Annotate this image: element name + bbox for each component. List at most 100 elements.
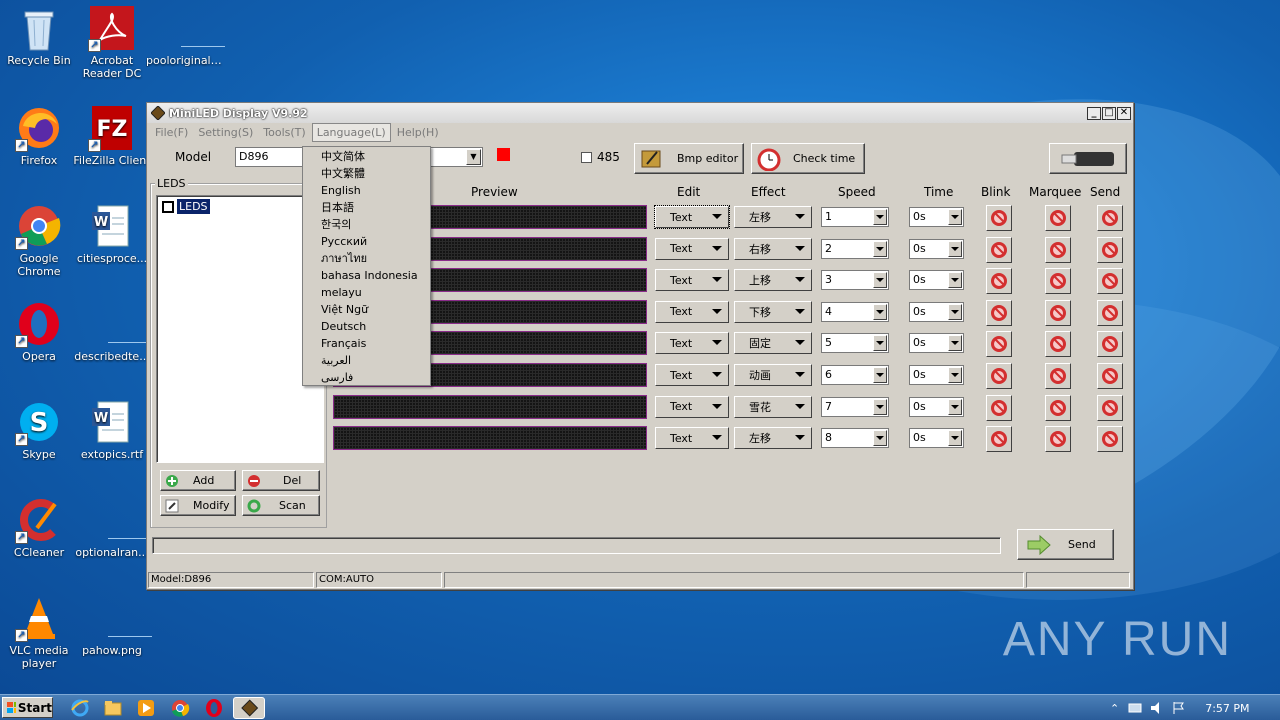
usb-button[interactable]: [1049, 143, 1127, 174]
row-marquee-button[interactable]: [1045, 363, 1071, 389]
row-effect-select[interactable]: 动画: [734, 364, 812, 386]
desktop-icon-chrome[interactable]: ↗ Google Chrome: [0, 204, 78, 278]
desktop-icon-skype[interactable]: S ↗ Skype: [0, 400, 78, 461]
del-button[interactable]: Del: [242, 470, 320, 491]
desktop-icon-vlc[interactable]: ↗ VLC media player: [0, 596, 78, 670]
clock-time[interactable]: 7:57 PM: [1205, 702, 1249, 715]
scan-button[interactable]: Scan: [242, 495, 320, 516]
desktop-icon-recycle-bin[interactable]: Recycle Bin: [0, 6, 78, 67]
row-effect-select[interactable]: 右移: [734, 237, 812, 260]
modify-button[interactable]: Modify: [160, 495, 236, 516]
language-menu-item[interactable]: Русский: [303, 233, 430, 250]
row-effect-select[interactable]: 左移: [734, 427, 812, 450]
row-edit-select[interactable]: Text: [655, 427, 729, 450]
row-edit-select[interactable]: Text: [655, 395, 729, 418]
language-menu-item[interactable]: melayu: [303, 284, 430, 301]
menu-tools[interactable]: Tools(T): [259, 124, 309, 141]
row-speed-select[interactable]: 1: [821, 207, 889, 227]
miniled-taskbar-button[interactable]: [233, 697, 265, 719]
row-effect-select[interactable]: 左移: [734, 206, 812, 228]
row-edit-select[interactable]: Text: [655, 269, 729, 292]
leds-item[interactable]: LEDS: [177, 199, 210, 214]
file-explorer-icon[interactable]: [103, 698, 123, 718]
menu-language[interactable]: Language(L): [311, 123, 391, 142]
internet-explorer-icon[interactable]: [70, 698, 90, 718]
row-blink-button[interactable]: [986, 268, 1012, 295]
leds-item-checkbox[interactable]: [162, 201, 174, 213]
row-edit-select[interactable]: Text: [654, 205, 730, 229]
row-preview[interactable]: [333, 426, 647, 451]
language-menu-item[interactable]: العربية: [303, 352, 430, 369]
send-all-button[interactable]: Send: [1017, 529, 1114, 560]
language-menu-item[interactable]: bahasa Indonesia: [303, 267, 430, 284]
desktop-icon-acrobat[interactable]: ↗ Acrobat Reader DC: [73, 6, 151, 80]
row-edit-select[interactable]: Text: [655, 332, 729, 355]
row-effect-select[interactable]: 上移: [734, 269, 812, 292]
row-time-select[interactable]: 0s: [909, 428, 964, 449]
row-marquee-button[interactable]: [1045, 394, 1071, 421]
row-blink-button[interactable]: [986, 426, 1012, 453]
close-button[interactable]: ✕: [1117, 106, 1131, 120]
row-blink-button[interactable]: [986, 331, 1012, 358]
row-speed-select[interactable]: 5: [821, 333, 889, 354]
network-icon[interactable]: [1127, 700, 1143, 716]
row-blink-button[interactable]: [986, 205, 1012, 231]
row-blink-button[interactable]: [986, 363, 1012, 389]
check-time-button[interactable]: Check time: [751, 143, 865, 174]
checkbox-485[interactable]: [581, 152, 592, 163]
language-menu-item[interactable]: Deutsch: [303, 318, 430, 335]
language-menu-item[interactable]: Français: [303, 335, 430, 352]
row-time-select[interactable]: 0s: [909, 238, 964, 259]
add-button[interactable]: Add: [160, 470, 236, 491]
menu-setting[interactable]: Setting(S): [194, 124, 257, 141]
row-marquee-button[interactable]: [1045, 299, 1071, 326]
desktop-icon-ccleaner[interactable]: ↗ CCleaner: [0, 498, 78, 559]
row-effect-select[interactable]: 固定: [734, 332, 812, 355]
desktop-icon-pahow[interactable]: pahow.png: [73, 596, 152, 657]
row-edit-select[interactable]: Text: [655, 237, 729, 260]
desktop-icon-optionalran[interactable]: optionalran...: [73, 498, 152, 559]
chrome-taskbar-icon[interactable]: [170, 698, 190, 718]
row-send-button[interactable]: [1097, 426, 1123, 453]
row-send-button[interactable]: [1097, 205, 1123, 231]
row-send-button[interactable]: [1097, 331, 1123, 358]
desktop-icon-citiesproce[interactable]: W citiesproce...: [73, 204, 151, 265]
menu-file[interactable]: File(F): [151, 124, 192, 141]
row-send-button[interactable]: [1097, 363, 1123, 389]
desktop-icon-opera[interactable]: ↗ Opera: [0, 302, 78, 363]
row-time-select[interactable]: 0s: [909, 207, 964, 227]
row-effect-select[interactable]: 雪花: [734, 395, 812, 418]
minimize-button[interactable]: _: [1087, 106, 1101, 120]
row-effect-select[interactable]: 下移: [734, 300, 812, 323]
row-marquee-button[interactable]: [1045, 236, 1071, 263]
row-edit-select[interactable]: Text: [655, 364, 729, 386]
desktop-icon-pooloriginal[interactable]: pooloriginal....: [146, 6, 225, 67]
maximize-button[interactable]: □: [1102, 106, 1116, 120]
row-preview[interactable]: [333, 394, 647, 419]
language-menu-item[interactable]: 中文简体: [303, 148, 430, 165]
desktop-icon-firefox[interactable]: ↗ Firefox: [0, 106, 78, 167]
row-time-select[interactable]: 0s: [909, 365, 964, 385]
language-menu-item[interactable]: فارسی: [303, 369, 430, 386]
row-speed-select[interactable]: 2: [821, 238, 889, 259]
language-menu-item[interactable]: 한국의: [303, 216, 430, 233]
language-menu-item[interactable]: Việt Ngữ: [303, 301, 430, 318]
row-time-select[interactable]: 0s: [909, 270, 964, 291]
row-time-select[interactable]: 0s: [909, 301, 964, 322]
row-send-button[interactable]: [1097, 268, 1123, 295]
row-marquee-button[interactable]: [1045, 426, 1071, 453]
row-edit-select[interactable]: Text: [655, 300, 729, 323]
row-speed-select[interactable]: 6: [821, 365, 889, 385]
menu-help[interactable]: Help(H): [393, 124, 443, 141]
row-time-select[interactable]: 0s: [909, 396, 964, 417]
media-player-icon[interactable]: [136, 698, 156, 718]
desktop-icon-describedte[interactable]: describedte...: [73, 302, 152, 363]
row-marquee-button[interactable]: [1045, 268, 1071, 295]
leds-tree[interactable]: LEDS: [156, 195, 324, 463]
desktop-icon-extopics[interactable]: W extopics.rtf: [73, 400, 151, 461]
desktop-icon-filezilla[interactable]: FZ ↗ FileZilla Client: [73, 106, 151, 167]
row-send-button[interactable]: [1097, 236, 1123, 263]
row-speed-select[interactable]: 3: [821, 270, 889, 291]
language-menu-item[interactable]: 日本語: [303, 199, 430, 216]
row-blink-button[interactable]: [986, 299, 1012, 326]
